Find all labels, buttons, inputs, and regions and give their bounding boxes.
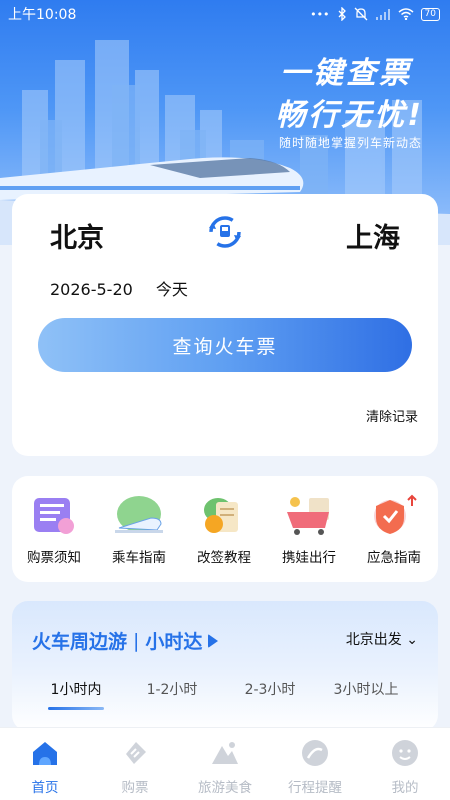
quick-link-label: 购票须知: [27, 550, 81, 566]
train-guide-icon: [115, 496, 163, 533]
clear-history-link[interactable]: 清除记录: [366, 406, 418, 425]
rebook-tutorial-icon: [204, 498, 238, 533]
notification-dots-icon: •••: [310, 7, 330, 21]
nav-itinerary[interactable]: 行程提醒: [270, 738, 360, 796]
ticket-icon: [126, 742, 146, 764]
duration-tabs: 1小时内 1-2小时 2-3小时 3小时以上: [12, 679, 438, 719]
trip-title-main: 火车周边游: [32, 631, 128, 653]
trip-title-sub: 小时达: [145, 631, 203, 653]
bottom-navigation: 首页 购票 旅游美食 行程提醒 我的: [0, 727, 450, 800]
play-icon: [208, 633, 219, 648]
travel-with-kids-icon: [287, 497, 329, 535]
mute-icon: [354, 7, 368, 21]
day-label: 今天: [155, 280, 188, 299]
tab-1-2h[interactable]: 1-2小时: [124, 679, 220, 699]
mountain-icon: [212, 742, 238, 764]
battery-indicator: 70: [420, 7, 440, 21]
nav-label: 行程提醒: [288, 780, 342, 796]
date-selector[interactable]: 2026-5-20 今天: [50, 276, 206, 300]
nav-profile[interactable]: 我的: [360, 738, 450, 796]
tab-2-3h[interactable]: 2-3小时: [222, 679, 318, 699]
tab-within-1h[interactable]: 1小时内: [28, 679, 124, 699]
hero-title-line2: 畅行无忧!: [275, 98, 424, 133]
status-time: 上午10:08: [8, 7, 77, 23]
title-divider: |: [133, 629, 140, 652]
departure-city-label: 北京出发: [345, 632, 402, 648]
wifi-icon: [398, 8, 414, 20]
status-icons: ••• 70: [310, 7, 440, 21]
quick-link-label: 携娃出行: [282, 550, 336, 566]
nav-tickets[interactable]: 购票: [90, 738, 180, 796]
emergency-guide-icon: [374, 494, 417, 534]
from-city[interactable]: 北京: [50, 216, 104, 255]
tab-over-3h[interactable]: 3小时以上: [318, 679, 414, 699]
swap-icon[interactable]: [205, 216, 245, 248]
quick-links-card: 购票须知 乘车指南 改签教程 携娃出行 应急指南: [12, 476, 438, 582]
chevron-down-icon: ⌄: [401, 632, 418, 648]
quick-link-train-guide[interactable]: 乘车指南: [97, 492, 181, 566]
query-train-tickets-button[interactable]: 查询火车票: [38, 318, 412, 372]
nav-home[interactable]: 首页: [0, 738, 90, 796]
quick-link-emergency-guide[interactable]: 应急指南: [352, 492, 436, 566]
status-bar: 上午10:08 ••• 70: [0, 0, 450, 28]
nav-label: 我的: [391, 780, 419, 796]
trip-section-title: 火车周边游 | 小时达: [32, 627, 219, 654]
hero-subtitle: 随时随地掌握列车新动态: [278, 136, 422, 150]
departure-city-select[interactable]: 北京出发 ⌄: [346, 629, 418, 649]
nav-label: 旅游美食: [198, 780, 252, 796]
nav-label: 购票: [121, 780, 149, 796]
quick-link-label: 应急指南: [367, 550, 421, 566]
quick-link-travel-with-kids[interactable]: 携娃出行: [267, 492, 351, 566]
bluetooth-icon: [338, 7, 346, 21]
quick-link-label: 改签教程: [197, 550, 251, 566]
quick-link-rebook-tutorial[interactable]: 改签教程: [182, 492, 266, 566]
ticket-notice-icon: [34, 498, 74, 534]
quick-link-ticket-notice[interactable]: 购票须知: [12, 492, 96, 566]
to-city[interactable]: 上海: [346, 216, 400, 255]
ticket-search-card: 北京 上海 2026-5-20 今天 查询火车票 清除记录: [12, 194, 438, 456]
nearby-trip-card: 火车周边游 | 小时达 北京出发 ⌄ 1小时内 1-2小时 2-3小时 3小时以…: [12, 601, 438, 731]
profile-icon: [392, 740, 418, 766]
nav-travel-food[interactable]: 旅游美食: [180, 738, 270, 796]
itinerary-icon: [302, 740, 328, 766]
active-tab-indicator: [48, 707, 104, 710]
home-icon: [33, 742, 57, 765]
hero-title-line1: 一键查票: [280, 56, 412, 91]
cellular-signal-icon: [375, 9, 390, 20]
quick-link-label: 乘车指南: [112, 550, 166, 566]
nav-label: 首页: [31, 780, 59, 796]
travel-date: 2026-5-20: [50, 280, 133, 299]
